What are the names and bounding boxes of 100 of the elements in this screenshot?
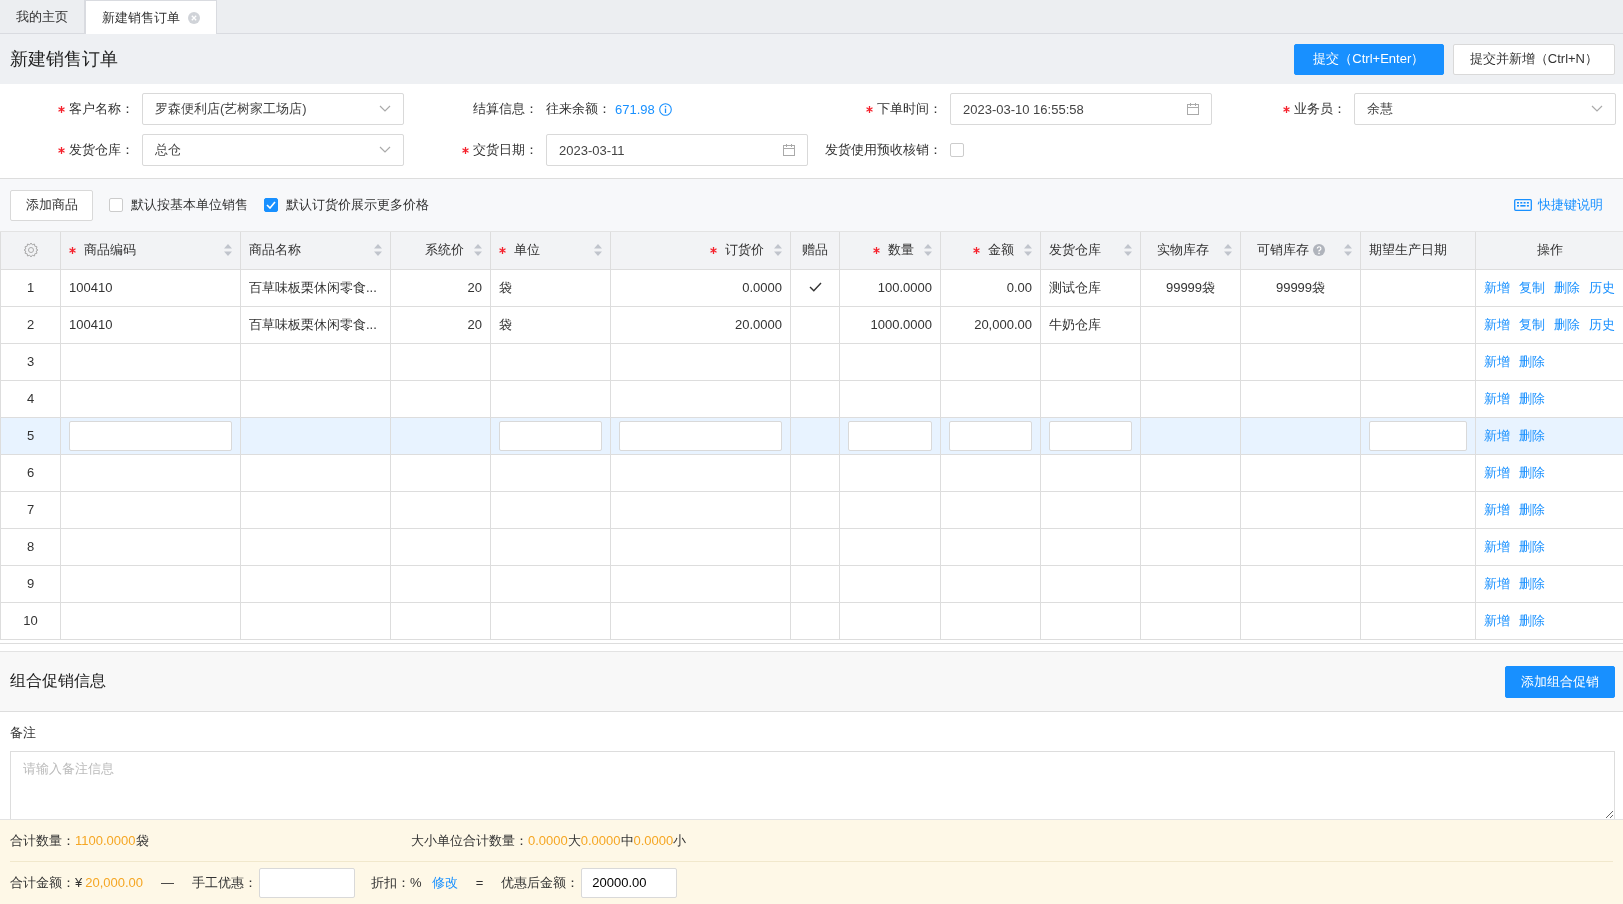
action-link[interactable]: 删除: [1519, 612, 1545, 628]
summary-value: 20,000.00: [85, 875, 144, 890]
action-link[interactable]: 新增: [1484, 501, 1510, 517]
summary-value: 0.0000: [633, 833, 674, 848]
row-number: 10: [23, 613, 38, 628]
table-row[interactable]: 1 100410 百草味板栗休闲零食... 20 袋 0.0000 100.0000 0.00 测试仓库 99999袋 99999袋 新增 复制 删除 历史: [0, 269, 1623, 306]
field-label: 下单时间：: [877, 100, 942, 118]
table-cell: 99999袋: [1275, 279, 1326, 295]
input-field[interactable]: [69, 420, 232, 451]
summary-label: 折扣：%: [371, 873, 422, 892]
summary-value: 0.0000: [528, 833, 568, 848]
input-field[interactable]: [1049, 420, 1132, 451]
summary-value: 小: [673, 831, 687, 850]
input-field[interactable]: [848, 420, 932, 451]
submit-button[interactable]: 提交（Ctrl+Enter）: [1293, 43, 1444, 75]
shortcut-link[interactable]: 快捷键说明: [1538, 196, 1603, 214]
action-link[interactable]: 新增: [1484, 390, 1510, 406]
summary-label: 合计数量：: [10, 831, 75, 850]
input-field[interactable]: [499, 420, 602, 451]
action-link[interactable]: 新增: [1484, 427, 1510, 443]
remark-field[interactable]: 请输入备注信息: [10, 751, 1615, 820]
settings-icon: [22, 242, 39, 259]
action-link[interactable]: 删除: [1519, 464, 1545, 480]
action-link[interactable]: 删除: [1519, 538, 1545, 554]
add-product-button[interactable]: 添加商品: [10, 189, 93, 221]
table-cell: 百草味板栗休闲零食...: [249, 316, 377, 332]
dropdown[interactable]: 总仓: [142, 134, 404, 166]
action-link[interactable]: 新增: [1484, 316, 1510, 332]
operator-sign: =: [475, 875, 484, 890]
action-link[interactable]: 新增: [1484, 464, 1510, 480]
table-row[interactable]: 8 新增 删除: [0, 528, 1623, 565]
add-promotion-button[interactable]: 添加组合促销: [1505, 665, 1615, 698]
action-link[interactable]: 新增: [1484, 538, 1510, 554]
table-row[interactable]: 6 新增 删除: [0, 454, 1623, 491]
table-cell: 百草味板栗休闲零食...: [249, 279, 377, 295]
action-link[interactable]: 删除: [1519, 390, 1545, 406]
tab[interactable]: 新建销售订单: [85, 0, 217, 34]
table-row[interactable]: 3 新增 删除: [0, 343, 1623, 380]
table-row[interactable]: 7 新增 删除: [0, 491, 1623, 528]
table-cell: 20: [467, 317, 482, 332]
column-header: 单位: [514, 241, 540, 260]
calendar-icon: [783, 144, 795, 156]
row-number: 5: [26, 428, 35, 443]
row-number: 6: [26, 465, 35, 480]
dropdown[interactable]: 罗森便利店(艺树家工场店): [142, 93, 404, 125]
action-link[interactable]: 删除: [1554, 279, 1580, 295]
column-header: 操作: [1536, 242, 1563, 258]
action-link[interactable]: 删除: [1519, 501, 1545, 517]
action-link[interactable]: 复制: [1519, 316, 1545, 332]
submit-button[interactable]: 提交并新增（Ctrl+N）: [1452, 43, 1615, 75]
action-link[interactable]: 新增: [1484, 279, 1510, 295]
checkbox[interactable]: [950, 143, 964, 157]
action-link[interactable]: 删除: [1519, 427, 1545, 443]
table-cell: 20,000.00: [974, 317, 1032, 332]
row-number: 1: [26, 280, 35, 295]
modify-link[interactable]: 修改: [431, 873, 458, 892]
action-link[interactable]: 删除: [1554, 316, 1580, 332]
checkbox[interactable]: [264, 198, 278, 212]
input-field[interactable]: [619, 420, 782, 451]
input-field[interactable]: [1369, 420, 1467, 451]
action-link[interactable]: 新增: [1484, 575, 1510, 591]
action-link[interactable]: 新增: [1484, 612, 1510, 628]
field-label: 客户名称：: [69, 100, 134, 118]
row-number: 8: [26, 539, 35, 554]
column-header: 系统价: [425, 241, 464, 260]
date-field[interactable]: 2023-03-11: [546, 134, 808, 166]
table-row[interactable]: 5 新增 删除: [0, 417, 1623, 454]
row-number: 3: [26, 354, 35, 369]
summary-label: 合计金额：: [10, 873, 75, 892]
row-number: 4: [26, 391, 35, 406]
checkmark-icon: [266, 201, 276, 209]
summary-label: 优惠后金额：: [501, 873, 580, 892]
input-field[interactable]: [949, 420, 1032, 451]
checkbox[interactable]: [109, 198, 123, 212]
action-link[interactable]: 历史: [1589, 279, 1615, 295]
checkbox-label: 默认订货价展示更多价格: [286, 196, 429, 214]
column-header: 金额: [988, 241, 1014, 260]
table-row[interactable]: 4 新增 删除: [0, 380, 1623, 417]
table-row[interactable]: 9 新增 删除: [0, 565, 1623, 602]
discount-field[interactable]: [259, 867, 356, 898]
field-label: 结算信息：: [473, 100, 538, 118]
action-link[interactable]: 历史: [1589, 316, 1615, 332]
action-link[interactable]: 删除: [1519, 575, 1545, 591]
table-cell: 100410: [69, 317, 113, 332]
table-cell: 100410: [69, 280, 113, 295]
table-row[interactable]: 10 新增 删除: [0, 602, 1623, 639]
checkbox-label: 默认按基本单位销售: [131, 196, 248, 214]
balance-value: 671.98: [615, 101, 655, 117]
section-title: 组合促销信息: [10, 671, 106, 691]
action-link[interactable]: 删除: [1519, 353, 1545, 369]
column-header: 可销库存: [1257, 241, 1309, 260]
action-link[interactable]: 新增: [1484, 353, 1510, 369]
action-link[interactable]: 复制: [1519, 279, 1545, 295]
final-amount-field[interactable]: 20000.00: [581, 867, 678, 898]
remark-label: 备注: [10, 724, 37, 742]
date-field[interactable]: 2023-03-10 16:55:58: [950, 93, 1212, 125]
table-row[interactable]: 2 100410 百草味板栗休闲零食... 20 袋 20.0000 1000.0000 20,000.00 牛奶仓库 新增 复制 删除 历史: [0, 306, 1623, 343]
column-header: 订货价: [725, 241, 764, 260]
field-label: 发货使用预收核销：: [825, 141, 942, 159]
dropdown[interactable]: 余慧: [1354, 93, 1616, 125]
